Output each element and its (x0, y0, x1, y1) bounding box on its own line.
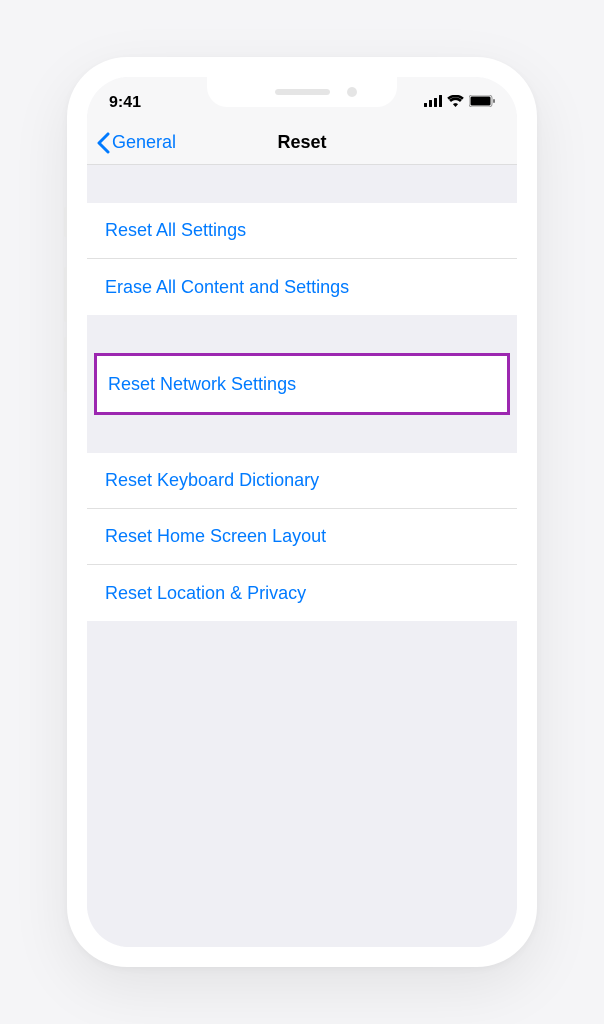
section-spacer (87, 315, 517, 353)
wifi-icon (447, 94, 464, 112)
erase-all-content-button[interactable]: Erase All Content and Settings (87, 259, 517, 315)
settings-group-1: Reset All Settings Erase All Content and… (87, 203, 517, 315)
section-spacer (87, 165, 517, 203)
volume-down-button (64, 337, 67, 392)
content-area: Reset All Settings Erase All Content and… (87, 165, 517, 947)
back-button[interactable]: General (97, 132, 176, 154)
silent-switch (64, 207, 67, 237)
screen: 9:41 (87, 77, 517, 947)
navigation-bar: General Reset (87, 121, 517, 165)
highlighted-selection: Reset Network Settings (94, 353, 510, 415)
back-label: General (112, 132, 176, 153)
reset-location-privacy-button[interactable]: Reset Location & Privacy (87, 565, 517, 621)
reset-network-settings-button[interactable]: Reset Network Settings (97, 356, 507, 412)
chevron-left-icon (97, 132, 110, 154)
cellular-signal-icon (424, 94, 442, 112)
volume-up-button (64, 267, 67, 322)
status-time: 9:41 (109, 94, 141, 112)
reset-home-screen-layout-button[interactable]: Reset Home Screen Layout (87, 509, 517, 565)
reset-keyboard-dictionary-button[interactable]: Reset Keyboard Dictionary (87, 453, 517, 509)
front-camera (347, 87, 357, 97)
notch (207, 77, 397, 107)
page-title: Reset (277, 132, 326, 153)
settings-group-3: Reset Keyboard Dictionary Reset Home Scr… (87, 453, 517, 621)
speaker (275, 89, 330, 95)
status-icons (424, 94, 495, 112)
reset-all-settings-button[interactable]: Reset All Settings (87, 203, 517, 259)
battery-icon (469, 94, 495, 112)
device-frame: 9:41 (67, 57, 537, 967)
section-spacer (87, 415, 517, 453)
